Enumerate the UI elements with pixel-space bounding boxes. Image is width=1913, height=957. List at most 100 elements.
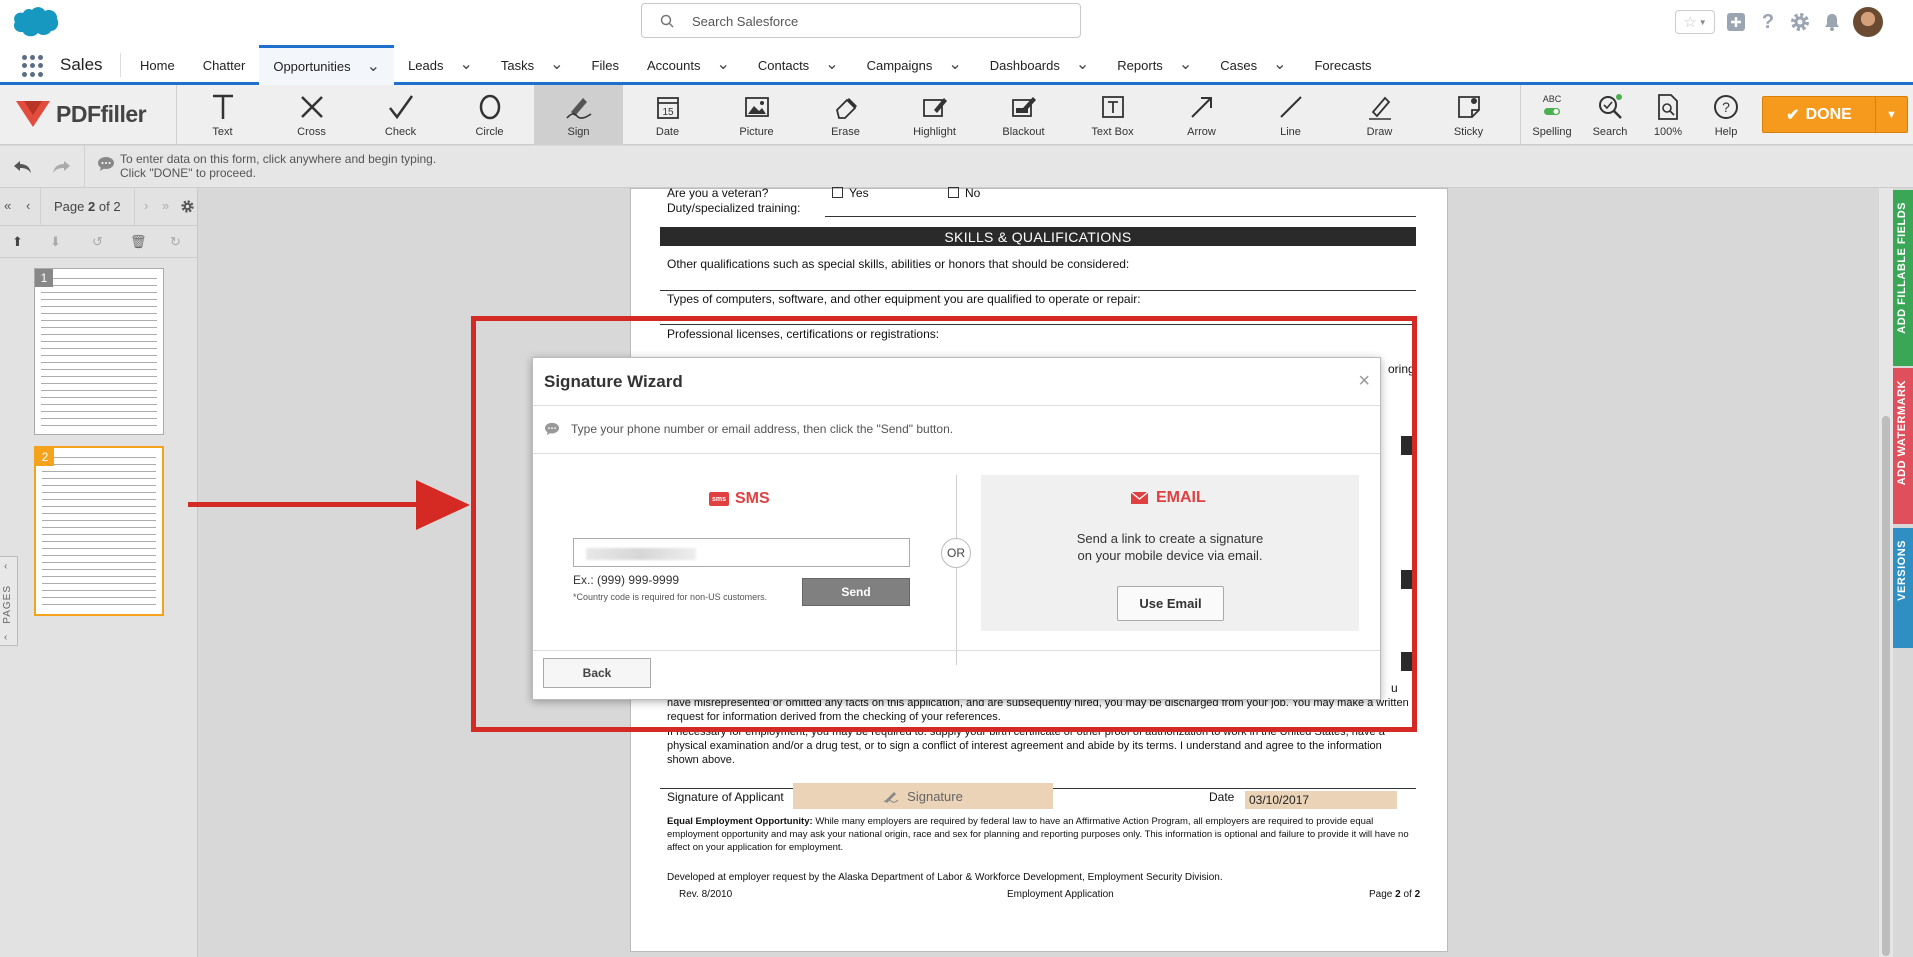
nav-tab-forecasts[interactable]: Forecasts — [1300, 45, 1385, 85]
email-heading: EMAIL — [1131, 489, 1206, 507]
global-actions-button[interactable] — [1725, 11, 1747, 33]
tool-spelling[interactable]: ABC Spelling — [1523, 85, 1581, 145]
chevron-down-icon[interactable]: ⌄ — [948, 57, 961, 73]
tool-help[interactable]: ? Help — [1697, 85, 1755, 145]
use-email-button[interactable]: Use Email — [1117, 586, 1224, 621]
page-thumbnail-2[interactable]: 2 — [34, 446, 164, 616]
date-field[interactable]: 03/10/2017 — [1245, 791, 1397, 809]
user-avatar[interactable] — [1853, 7, 1883, 37]
yes-checkbox[interactable] — [832, 187, 843, 198]
footer-title: Employment Application — [1007, 889, 1114, 900]
close-icon[interactable]: × — [1358, 370, 1370, 393]
tool-arrow[interactable]: Arrow — [1157, 85, 1246, 145]
page-settings-icon[interactable] — [180, 199, 195, 214]
tool-label: Spelling — [1532, 126, 1572, 138]
done-button[interactable]: ✔ DONE ▼ — [1762, 96, 1908, 133]
tool-text[interactable]: Text — [178, 85, 267, 145]
chevron-down-icon[interactable]: ⌄ — [367, 58, 380, 74]
nav-tab-cases[interactable]: Cases ⌄ — [1206, 45, 1300, 85]
nav-tab-reports[interactable]: Reports ⌄ — [1103, 45, 1206, 85]
pager-divider — [40, 188, 41, 226]
send-button[interactable]: Send — [802, 578, 910, 606]
prev-page-icon[interactable]: ‹ — [26, 198, 30, 213]
chevron-down-icon[interactable]: ⌄ — [1076, 57, 1089, 73]
nav-tab-campaigns[interactable]: Campaigns ⌄ — [853, 45, 976, 85]
nav-tab-label: Dashboards — [989, 57, 1060, 73]
side-tab-add-fillable-fields[interactable]: ADD FILLABLE FIELDS — [1893, 190, 1913, 366]
move-up-icon[interactable]: ⬆ — [12, 234, 23, 250]
tool-draw[interactable]: Draw — [1335, 85, 1424, 145]
date-icon: 15 — [652, 92, 684, 122]
no-checkbox[interactable] — [948, 187, 959, 198]
side-tab-versions[interactable]: VERSIONS — [1893, 528, 1913, 648]
scrollbar-thumb[interactable] — [1882, 416, 1890, 956]
salesforce-logo[interactable] — [12, 5, 60, 39]
app-launcher-icon[interactable] — [22, 55, 44, 77]
check-icon: ✔ — [1786, 106, 1800, 124]
sticky-icon — [1453, 92, 1485, 122]
tool-sign[interactable]: Sign — [534, 85, 623, 145]
global-search[interactable] — [641, 3, 1081, 38]
tool-erase[interactable]: Erase — [801, 85, 890, 145]
redo-icon[interactable] — [50, 158, 72, 176]
last-page-icon[interactable]: » — [162, 198, 169, 213]
side-tab-add-watermark[interactable]: ADD WATERMARK — [1893, 368, 1913, 524]
tool-text-box[interactable]: Text Box — [1068, 85, 1157, 145]
document-scrollbar[interactable] — [1879, 188, 1893, 957]
search-input[interactable] — [692, 9, 1062, 33]
redacted-phone-number — [586, 548, 696, 560]
tool-blackout[interactable]: Blackout — [979, 85, 1068, 145]
tool-label: Text — [212, 126, 233, 138]
page-thumbnail-1[interactable]: 1 — [34, 268, 164, 435]
tool-sticky[interactable]: Sticky — [1424, 85, 1513, 145]
nav-tab-accounts[interactable]: Accounts ⌄ — [633, 45, 744, 85]
nav-tab-contacts[interactable]: Contacts ⌄ — [744, 45, 853, 85]
restore-icon[interactable]: ↻ — [170, 234, 181, 250]
nav-tab-dashboards[interactable]: Dashboards ⌄ — [976, 45, 1104, 85]
setup-button[interactable] — [1789, 11, 1811, 33]
footer-page-number: Page 2 of 2 — [1369, 889, 1420, 900]
chevron-down-icon[interactable]: ⌄ — [459, 57, 472, 73]
nav-tab-tasks[interactable]: Tasks ⌄ — [487, 45, 578, 85]
tool-highlight[interactable]: Highlight — [890, 85, 979, 145]
nav-tab-leads[interactable]: Leads ⌄ — [394, 45, 487, 85]
tool-date[interactable]: 15 Date — [623, 85, 712, 145]
favorites-button[interactable]: ☆ ▼ — [1675, 10, 1715, 34]
tool-picture[interactable]: Picture — [712, 85, 801, 145]
no-label: No — [965, 186, 981, 200]
done-dropdown-icon[interactable]: ▼ — [1875, 97, 1907, 132]
chevron-down-icon[interactable]: ⌄ — [716, 57, 729, 73]
tool-zoom[interactable]: 100% — [1639, 85, 1697, 145]
veteran-no[interactable]: No — [948, 186, 980, 200]
move-down-icon[interactable]: ⬇ — [50, 234, 61, 250]
delete-page-icon[interactable]: 🗑 — [130, 234, 147, 250]
nav-tab-home[interactable]: Home — [126, 45, 189, 85]
notifications-button[interactable] — [1821, 11, 1843, 33]
tool-search[interactable]: Search — [1581, 85, 1639, 145]
nav-tab-opportunities[interactable]: Opportunities ⌄ — [259, 45, 395, 85]
or-badge: OR — [941, 538, 971, 568]
chevron-down-icon[interactable]: ⌄ — [825, 57, 838, 73]
signature-field-label: Signature — [907, 788, 963, 804]
chevron-down-icon[interactable]: ⌄ — [550, 57, 563, 73]
signature-field[interactable]: Signature — [793, 783, 1053, 809]
back-button[interactable]: Back — [543, 658, 651, 688]
chevron-down-icon[interactable]: ⌄ — [1179, 57, 1192, 73]
tool-check[interactable]: Check — [356, 85, 445, 145]
first-page-icon[interactable]: « — [4, 198, 11, 213]
form-line — [660, 290, 1416, 291]
tool-label: Line — [1280, 126, 1301, 138]
tool-circle[interactable]: Circle — [445, 85, 534, 145]
tool-cross[interactable]: Cross — [267, 85, 356, 145]
nav-tab-files[interactable]: Files — [578, 45, 633, 85]
veteran-yes[interactable]: Yes — [832, 186, 869, 200]
next-page-icon[interactable]: › — [144, 198, 148, 213]
help-button[interactable]: ? — [1757, 11, 1779, 33]
undo-icon[interactable] — [12, 158, 34, 176]
pages-collapse-tab[interactable]: ‹ PAGES ‹ — [0, 556, 18, 646]
nav-tab-chatter[interactable]: Chatter — [189, 45, 260, 85]
phone-number-input[interactable] — [573, 538, 910, 567]
tool-line[interactable]: Line — [1246, 85, 1335, 145]
rotate-icon[interactable]: ↺ — [92, 234, 103, 250]
chevron-down-icon[interactable]: ⌄ — [1273, 57, 1286, 73]
